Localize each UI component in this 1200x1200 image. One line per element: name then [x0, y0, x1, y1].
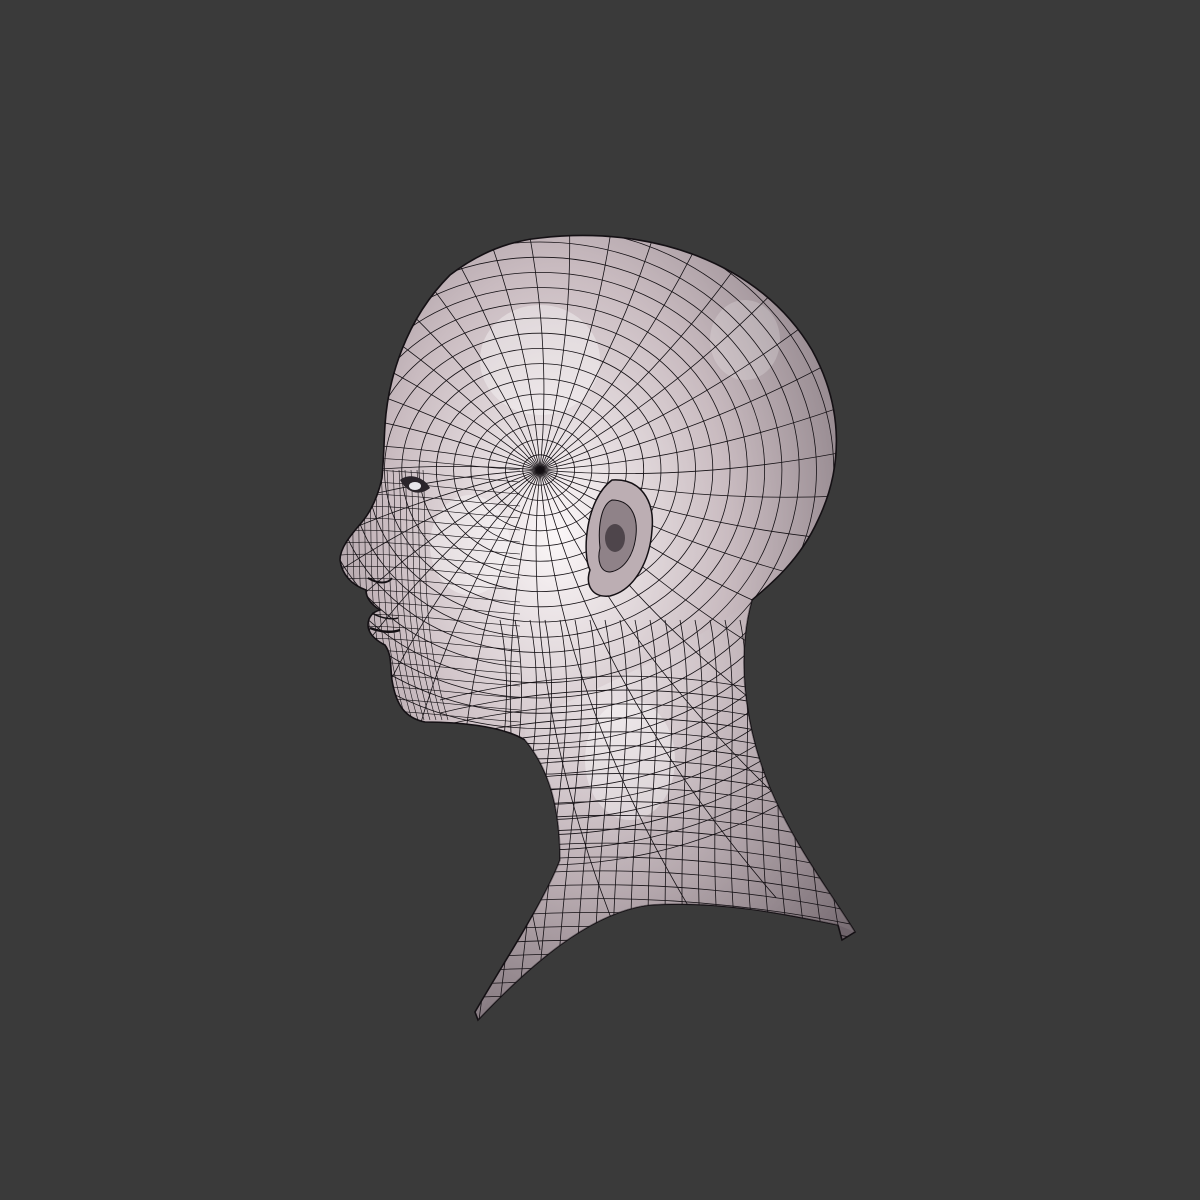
- mesh-edge: [814, 619, 855, 1021]
- mesh-edge: [439, 925, 855, 955]
- head-mesh-render[interactable]: [0, 0, 1200, 1200]
- mesh-edge: [784, 619, 822, 1021]
- mesh-edge: [799, 619, 841, 1021]
- 3d-viewport[interactable]: [0, 0, 1200, 1200]
- mesh-edge: [439, 995, 855, 1020]
